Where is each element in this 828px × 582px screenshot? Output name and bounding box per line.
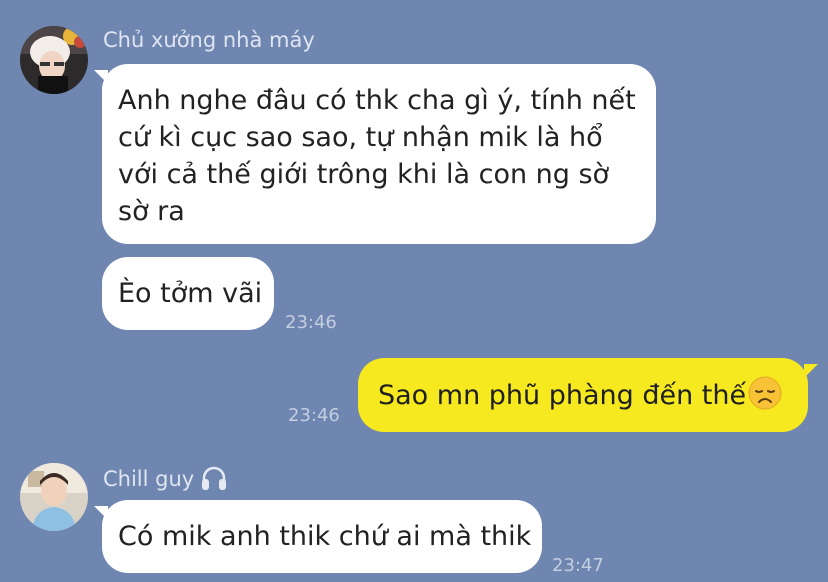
message-line: Có mik anh thik chứ ai mà thik bbox=[118, 521, 532, 552]
message-timestamp: 23:47 bbox=[552, 555, 604, 576]
message-timestamp: 23:46 bbox=[285, 312, 337, 333]
avatar-image bbox=[20, 26, 88, 94]
sender-name: Chủ xưởng nhà máy bbox=[103, 28, 315, 52]
message-bubble[interactable]: Èo tởm vãi bbox=[102, 257, 274, 330]
disappointed-face-icon bbox=[748, 376, 782, 420]
message-bubble[interactable]: Có mik anh thik chứ ai mà thik bbox=[102, 500, 542, 573]
bubble-tail bbox=[804, 364, 818, 378]
message-line: Èo tởm vãi bbox=[118, 278, 263, 309]
message-line: với cả thế giới trông khi là con ng sờ bbox=[118, 159, 610, 190]
message-line-wrap: Sao mn phũ phàng đến thế bbox=[378, 376, 788, 420]
message-bubble[interactable]: Anh nghe đâu có thk cha gì ý, tính nết c… bbox=[102, 64, 656, 244]
bubble-tail bbox=[94, 506, 108, 520]
chat-view: Chủ xưởng nhà máy Anh nghe đâu có thk ch… bbox=[0, 0, 828, 582]
message-line: Anh nghe đâu có thk cha gì ý, tính nết bbox=[118, 85, 636, 116]
sender-name-row: Chill guy bbox=[103, 465, 228, 496]
headphones-icon bbox=[200, 465, 228, 496]
outgoing-message-bubble[interactable]: Sao mn phũ phàng đến thế bbox=[358, 358, 808, 432]
message-timestamp: 23:46 bbox=[288, 405, 340, 426]
message-line: cứ kì cục sao sao, tự nhận mik là hổ bbox=[118, 122, 603, 153]
bubble-tail bbox=[94, 70, 108, 84]
avatar-chill-guy[interactable] bbox=[20, 463, 88, 531]
sender-name: Chill guy bbox=[103, 467, 195, 491]
avatar-image bbox=[20, 463, 88, 531]
message-line: sờ ra bbox=[118, 196, 185, 227]
message-text: Sao mn phũ phàng đến thế bbox=[378, 380, 747, 411]
avatar-chu-xuong[interactable] bbox=[20, 26, 88, 94]
